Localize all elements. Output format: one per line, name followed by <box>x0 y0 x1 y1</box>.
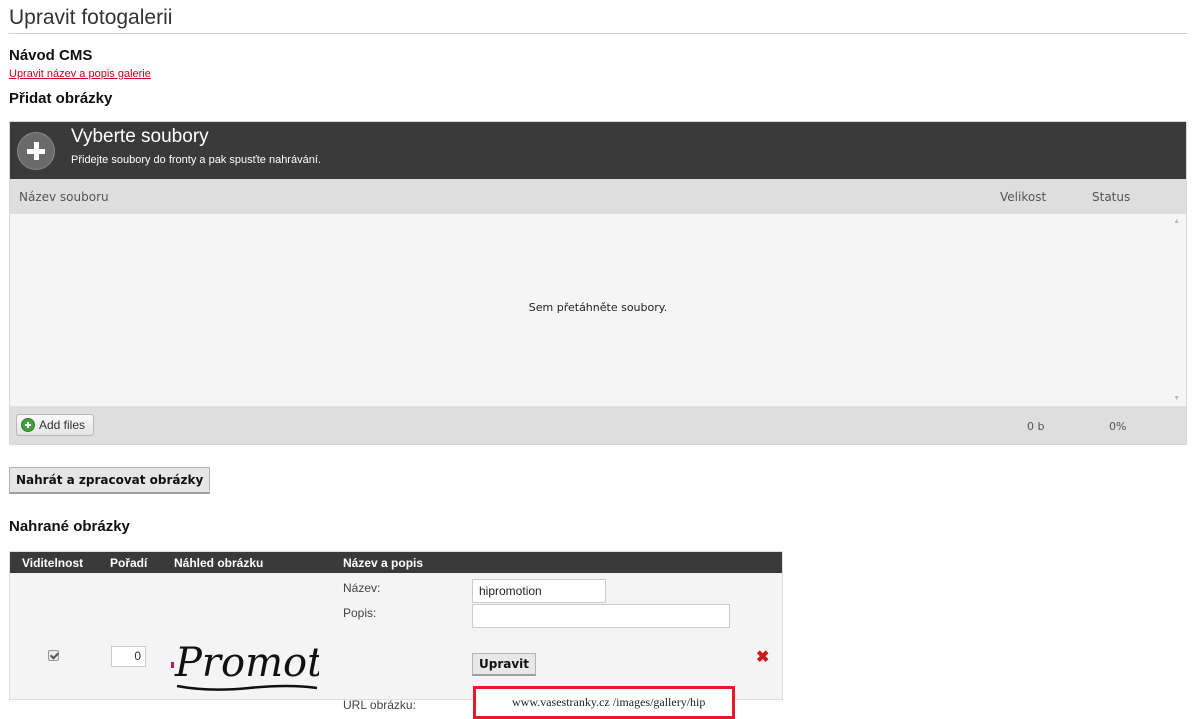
visibility-checkbox[interactable] <box>48 650 59 661</box>
header-preview: Náhled obrázku <box>174 556 264 570</box>
add-files-button[interactable]: Add files <box>16 414 95 436</box>
plus-icon[interactable] <box>17 132 55 170</box>
uploader-column-header: Název souboru Velikost Status <box>10 179 1186 214</box>
image-thumbnail: Promot <box>171 640 319 691</box>
upload-process-button[interactable]: Nahrát a zpracovat obrázky <box>9 467 211 494</box>
scroll-up-icon[interactable]: ▲ <box>1173 218 1180 225</box>
add-files-label: Add files <box>39 418 86 432</box>
header-name-desc: Název a popis <box>343 556 424 570</box>
add-images-heading: Přidat obrázky <box>9 90 113 107</box>
description-label: Popis: <box>343 606 377 620</box>
uploader-footer: Add files 0 b 0% <box>10 407 1186 444</box>
column-status: Status <box>1092 190 1131 204</box>
add-circle-icon <box>21 418 35 432</box>
page-title: Upravit fotogalerii <box>9 6 1187 34</box>
header-visibility: Viditelnost <box>22 556 84 570</box>
name-input[interactable]: hipromotion <box>472 579 606 603</box>
total-size: 0 b <box>1027 420 1045 433</box>
drop-zone-text: Sem přetáhněte soubory. <box>528 301 668 314</box>
name-label: Název: <box>343 581 381 595</box>
table-row: 0 Promot Název: hipromotion Popis: Uprav… <box>10 573 782 719</box>
description-input[interactable] <box>472 604 730 628</box>
uploader-title[interactable]: Vyberte soubory <box>71 126 209 148</box>
file-uploader: Vyberte soubory Přidejte soubory do fron… <box>9 121 1187 445</box>
delete-icon[interactable]: ✖ <box>756 650 769 666</box>
images-table: Viditelnost Pořadí Náhled obrázku Název … <box>9 551 783 719</box>
drop-zone[interactable]: ▲ Sem přetáhněte soubory. ▼ <box>10 214 1186 407</box>
thumbnail-text: Promot <box>174 640 319 686</box>
column-file-name: Název souboru <box>19 190 109 204</box>
scroll-down-icon[interactable]: ▼ <box>1173 395 1180 402</box>
image-url-field[interactable]: www.vasestranky.cz /images/gallery/hip <box>473 686 735 719</box>
edit-gallery-link[interactable]: Upravit název a popis galerie <box>9 68 151 80</box>
column-size: Velikost <box>1000 190 1047 204</box>
header-order: Pořadí <box>110 556 148 570</box>
total-percent: 0% <box>1109 420 1127 433</box>
table-header: Viditelnost Pořadí Náhled obrázku Název … <box>10 552 782 573</box>
uploaded-images-heading: Nahrané obrázky <box>9 518 130 535</box>
url-label: URL obrázku: <box>343 698 416 712</box>
update-button[interactable]: Upravit <box>472 653 537 676</box>
order-input[interactable]: 0 <box>111 646 146 667</box>
uploader-header[interactable]: Vyberte soubory Přidejte soubory do fron… <box>10 122 1186 179</box>
uploader-subtitle: Přidejte soubory do fronty a pak spusťte… <box>71 154 321 166</box>
guide-heading: Návod CMS <box>9 47 93 64</box>
